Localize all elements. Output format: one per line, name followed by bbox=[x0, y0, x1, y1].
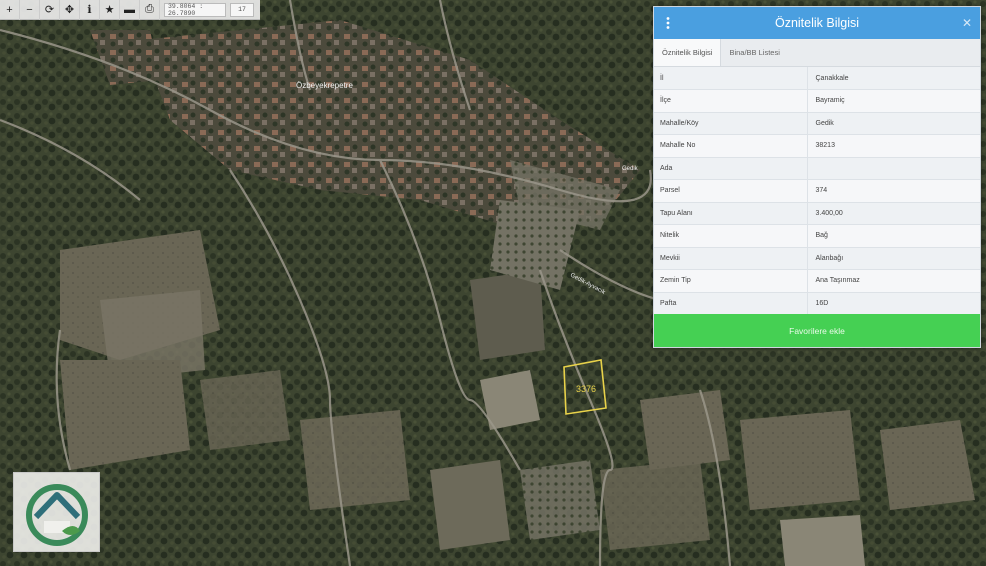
field bbox=[300, 410, 410, 510]
locate-button[interactable]: ✥ bbox=[60, 0, 80, 20]
field bbox=[470, 270, 545, 360]
logo bbox=[13, 472, 100, 552]
print-button[interactable]: ⎙ bbox=[140, 0, 160, 20]
attr-value: Bağ bbox=[806, 224, 980, 248]
table-row: Mevkii Alanbağı bbox=[654, 247, 980, 270]
road-label: Gedik bbox=[622, 166, 639, 172]
attribute-panel: Öznitelik Bilgisi ✕ Öznitelik Bilgisi Bi… bbox=[653, 6, 981, 348]
attribute-table: İl Çanakkale İlçe Bayramiç Mahalle/Köy Gedi… bbox=[654, 67, 980, 315]
table-row: Mahalle/Köy Gedik bbox=[654, 112, 980, 135]
field bbox=[880, 420, 975, 510]
attr-key: Ada bbox=[654, 157, 807, 180]
attr-key: Pafta bbox=[654, 292, 807, 315]
panel-tabs: Öznitelik Bilgisi Bina/BB Listesi bbox=[654, 38, 980, 67]
field bbox=[780, 515, 865, 566]
table-row: Ada bbox=[654, 157, 980, 180]
tab-building-list[interactable]: Bina/BB Listesi bbox=[721, 38, 787, 66]
attr-key: Mahalle/Köy bbox=[654, 112, 807, 135]
table-row: Tapu Alanı 3.400,00 bbox=[654, 202, 980, 225]
table-row: Parsel 374 bbox=[654, 179, 980, 203]
house-leaf-logo-icon bbox=[26, 484, 88, 546]
zoom-in-button[interactable]: + bbox=[0, 0, 20, 20]
attr-value: Ana Taşınmaz bbox=[806, 269, 980, 293]
measure-button[interactable]: ▬ bbox=[120, 0, 140, 20]
zoom-out-button[interactable]: − bbox=[20, 0, 40, 20]
coordinate-readout: 39.8064 : 26.7890 bbox=[164, 2, 226, 17]
attr-value: Bayramiç bbox=[806, 89, 980, 113]
info-icon: ℹ bbox=[87, 4, 92, 16]
attr-key: Mahalle No bbox=[654, 134, 807, 158]
attr-value: 3.400,00 bbox=[806, 202, 980, 225]
kebab-menu-icon[interactable] bbox=[666, 17, 670, 29]
minus-icon: − bbox=[26, 3, 33, 16]
plus-icon: + bbox=[6, 3, 13, 16]
attr-value bbox=[806, 157, 980, 180]
attr-key: Mevkii bbox=[654, 247, 807, 270]
info-button[interactable]: ℹ bbox=[80, 0, 100, 20]
attr-value: 38213 bbox=[806, 134, 980, 158]
table-row: Zemin Tip Ana Taşınmaz bbox=[654, 269, 980, 293]
place-label: Özbeyekrepetre bbox=[296, 81, 353, 90]
attr-key: İlçe bbox=[654, 89, 807, 113]
printer-icon: ⎙ bbox=[145, 3, 154, 15]
field bbox=[200, 370, 290, 450]
attr-key: Zemin Tip bbox=[654, 269, 807, 293]
attr-value: Gedik bbox=[806, 112, 980, 135]
parcel-label: 3376 bbox=[576, 384, 596, 394]
table-row: Nitelik Bağ bbox=[654, 224, 980, 248]
field bbox=[430, 460, 510, 550]
attr-value: 374 bbox=[806, 179, 980, 203]
orchard bbox=[520, 460, 600, 540]
star-icon: ★ bbox=[104, 4, 115, 16]
attr-key: Parsel bbox=[654, 179, 807, 203]
panel-header: Öznitelik Bilgisi ✕ bbox=[654, 7, 980, 39]
panel-title: Öznitelik Bilgisi bbox=[774, 16, 860, 30]
table-row: Mahalle No 38213 bbox=[654, 134, 980, 158]
add-to-favorites-button[interactable]: Favorilere ekle bbox=[654, 314, 980, 347]
attr-value: Alanbağı bbox=[806, 247, 980, 270]
refresh-button[interactable]: ⟳ bbox=[40, 0, 60, 20]
field bbox=[600, 460, 710, 550]
tab-attribute-info[interactable]: Öznitelik Bilgisi bbox=[654, 38, 722, 66]
attr-value: Çanakkale bbox=[806, 67, 980, 90]
table-row: İlçe Bayramiç bbox=[654, 89, 980, 113]
map-toolbar: + − ⟳ ✥ ℹ ★ ▬ ⎙ 39.8064 : 26.7890 17 bbox=[0, 0, 260, 20]
table-row: İl Çanakkale bbox=[654, 67, 980, 90]
attr-key: Tapu Alanı bbox=[654, 202, 807, 225]
attr-value: 16D bbox=[806, 292, 980, 315]
refresh-icon: ⟳ bbox=[44, 4, 55, 16]
zoom-level: 17 bbox=[230, 2, 254, 17]
ruler-icon: ▬ bbox=[124, 3, 135, 16]
close-icon[interactable]: ✕ bbox=[962, 16, 972, 30]
table-row: Pafta 16D bbox=[654, 292, 980, 315]
attr-key: İl bbox=[654, 67, 807, 90]
favorite-button[interactable]: ★ bbox=[100, 0, 120, 20]
crosshair-icon: ✥ bbox=[64, 4, 75, 16]
field bbox=[740, 410, 860, 510]
attr-key: Nitelik bbox=[654, 224, 807, 248]
